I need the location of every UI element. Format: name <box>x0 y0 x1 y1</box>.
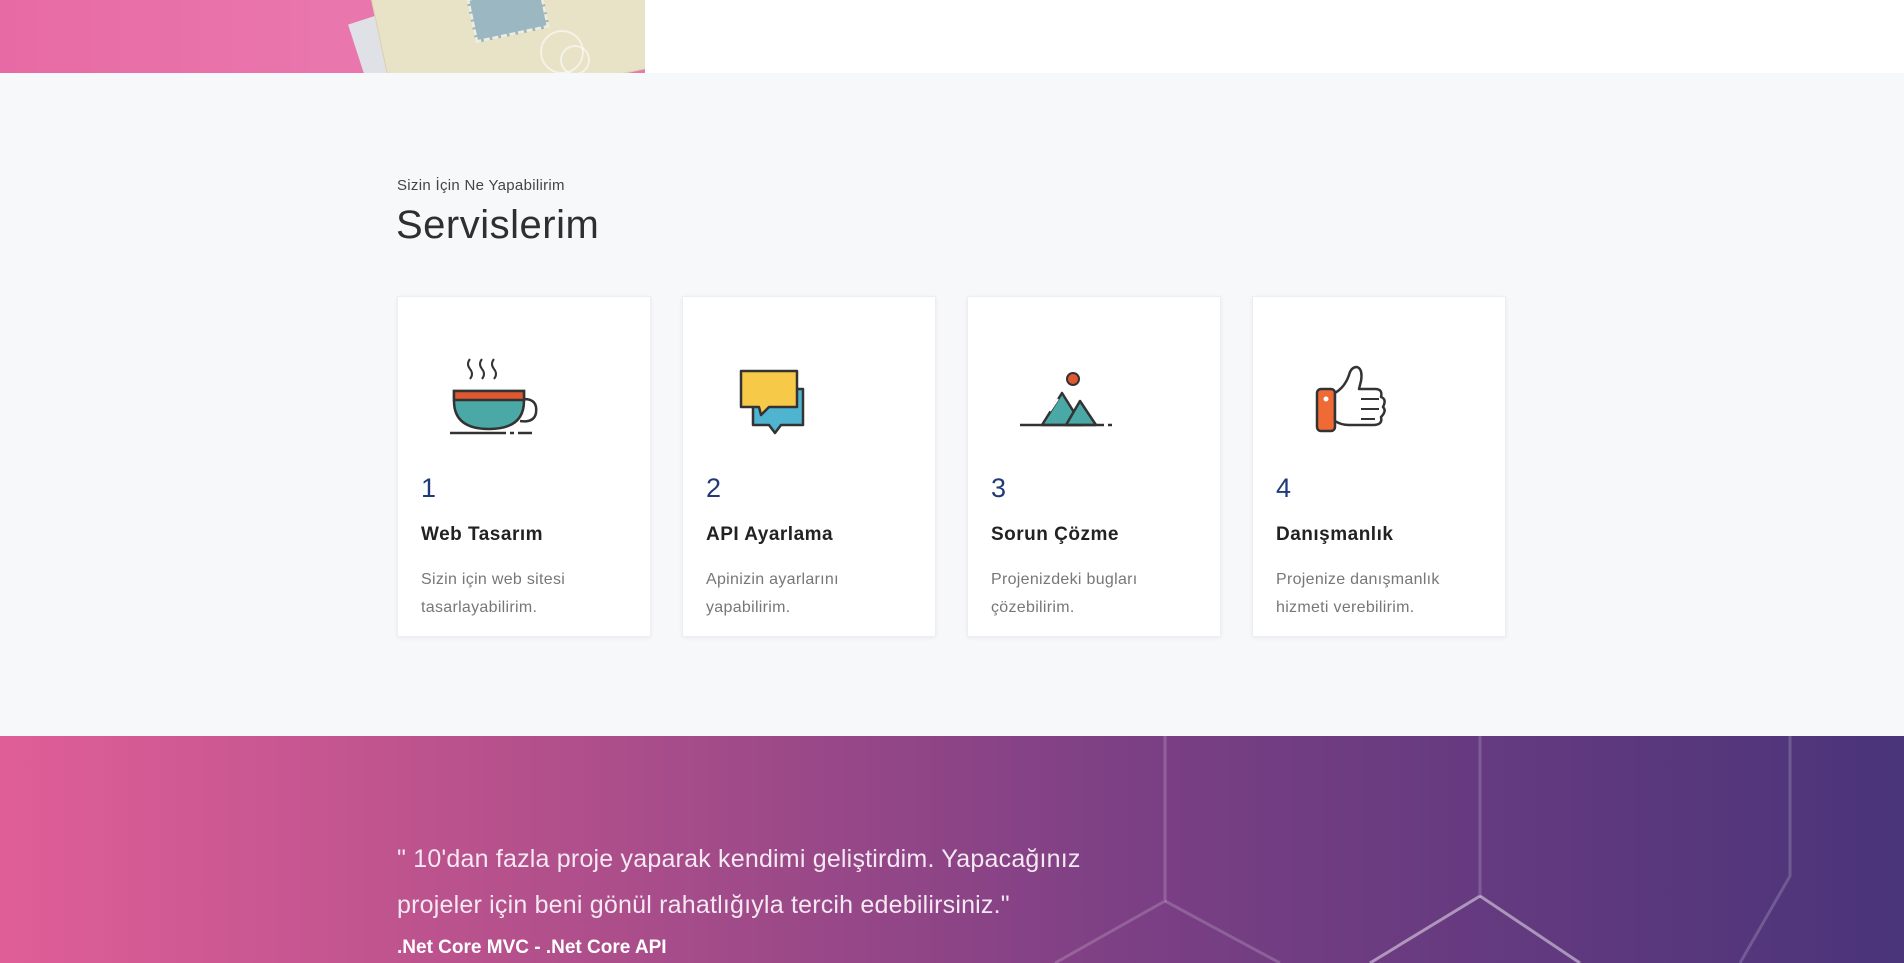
service-number: 3 <box>991 473 1007 503</box>
service-card[interactable]: 1 Web Tasarım Sizin için web sitesi tasa… <box>397 296 651 637</box>
testimonial-quote: " 10'dan fazla proje yaparak kendimi gel… <box>397 845 1081 919</box>
coffee-cup-icon <box>446 349 546 449</box>
service-card[interactable]: 2 API Ayarlama Apinizin ayarlarını yapab… <box>682 296 936 637</box>
services-section: Sizin İçin Ne Yapabilirim Servislerim 1 … <box>0 73 1904 736</box>
service-name: Sorun Çözme <box>991 524 1119 545</box>
service-description: Projenize danışmanlık hizmeti verebiliri… <box>1276 571 1440 616</box>
top-strip <box>0 0 1904 73</box>
thumbs-up-icon <box>1301 349 1401 449</box>
mountains-icon <box>1016 349 1116 449</box>
service-number: 4 <box>1276 473 1292 503</box>
service-description: Projenizdeki bugları çözebilirim. <box>991 571 1138 616</box>
chat-bubbles-icon <box>731 349 831 449</box>
testimonial-section: " 10'dan fazla proje yaparak kendimi gel… <box>0 736 1904 963</box>
service-card[interactable]: 4 Danışmanlık Projenize danışmanlık hizm… <box>1252 296 1506 637</box>
hero-image <box>0 0 645 73</box>
service-number: 2 <box>706 473 722 503</box>
service-name: Web Tasarım <box>421 524 544 545</box>
service-description: Sizin için web sitesi tasarlayabilirim. <box>421 571 566 616</box>
service-card[interactable]: 3 Sorun Çözme Projenizdeki bugları çözeb… <box>967 296 1221 637</box>
postmark-shape <box>560 45 590 73</box>
service-number: 1 <box>421 473 437 503</box>
section-title: Servislerim <box>396 203 600 247</box>
section-subtitle: Sizin İçin Ne Yapabilirim <box>397 177 565 194</box>
service-name: Danışmanlık <box>1276 524 1394 545</box>
service-name: API Ayarlama <box>706 524 834 545</box>
testimonial-tech: .Net Core MVC - .Net Core API <box>397 937 667 958</box>
service-description: Apinizin ayarlarını yapabilirim. <box>706 571 839 616</box>
